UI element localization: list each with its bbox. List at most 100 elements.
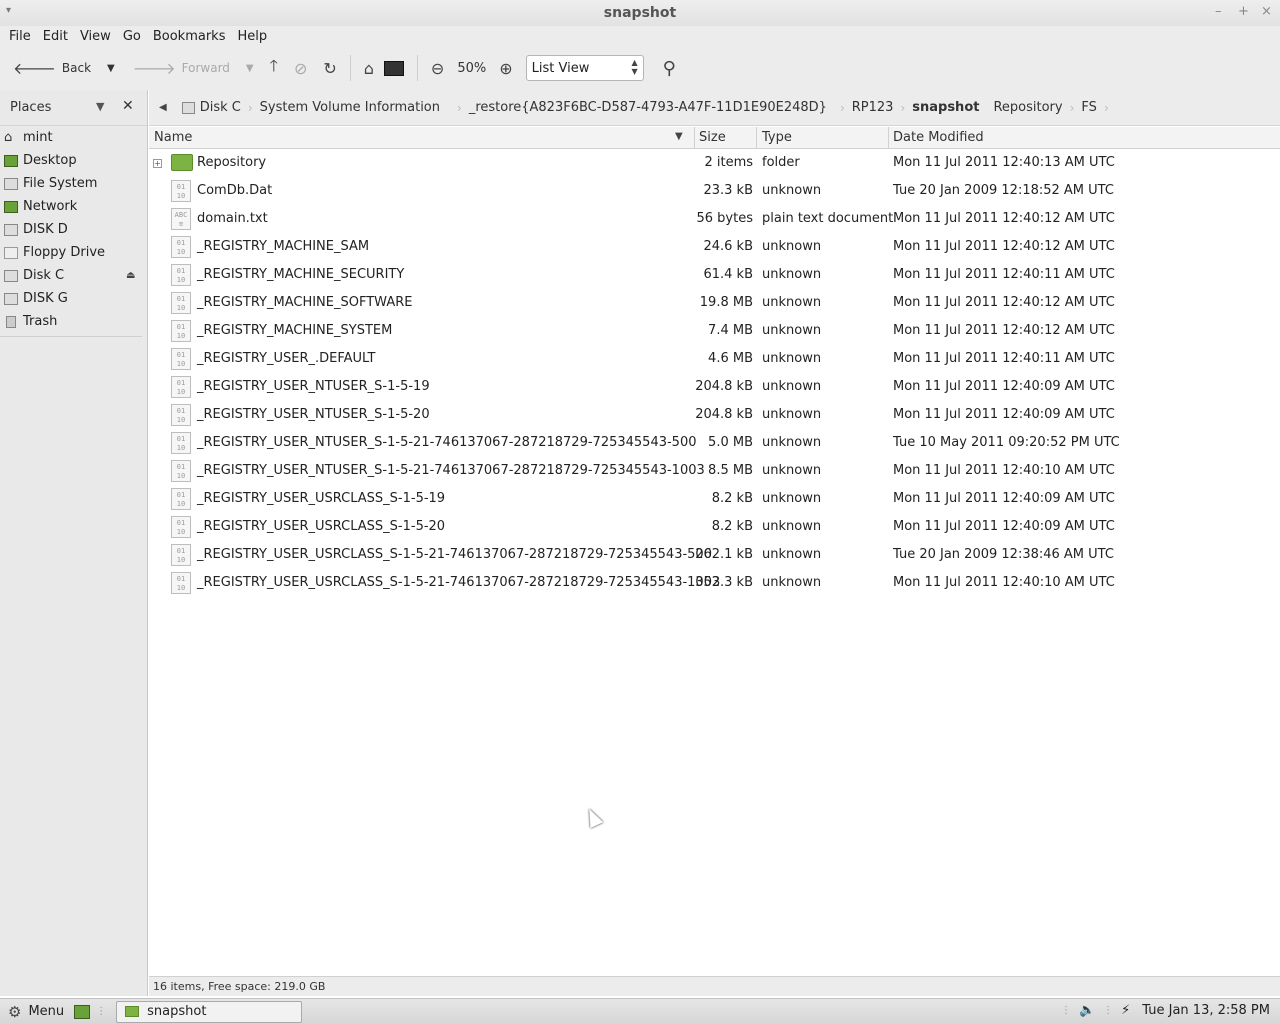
table-row[interactable]: 01 10 _REGISTRY_MACHINE_SOFTWARE 19.8 MB unk… — [149, 289, 1280, 317]
forward-label: Forward — [181, 61, 230, 75]
up-button[interactable]: 🡑 — [265, 53, 283, 83]
file-date-modified: Mon 11 Jul 2011 12:40:13 AM UTC — [893, 155, 1115, 170]
back-history-dropdown-icon[interactable]: ▼ — [107, 63, 115, 74]
table-row[interactable]: 01 10 _REGISTRY_MACHINE_SAM 24.6 kB unknown M… — [149, 233, 1280, 261]
breadcrumb-left-arrow-icon[interactable]: ◀ — [159, 102, 167, 113]
start-menu-button[interactable]: ⚙ Menu — [0, 1003, 64, 1021]
column-header-name[interactable]: Name — [154, 130, 192, 145]
window-menu-icon[interactable]: ▾ — [6, 5, 11, 16]
table-row[interactable]: 01 10 _REGISTRY_USER_USRCLASS_S-1-5-19 8.2 … — [149, 485, 1280, 513]
clock[interactable]: Tue Jan 13, 2:58 PM — [1142, 1003, 1270, 1018]
zoom-in-button[interactable]: ⊕ — [494, 53, 517, 83]
table-row[interactable]: 01 10 _REGISTRY_USER_USRCLASS_S-1-5-21-746… — [149, 569, 1280, 597]
stop-icon: ⊘ — [293, 58, 308, 78]
sidebar-item-mint[interactable]: ⌂ mint — [0, 126, 147, 149]
table-row[interactable]: + Repository 2 items folder Mon 11 Jul 2011 … — [149, 149, 1280, 177]
close-icon[interactable]: × — [1261, 4, 1272, 19]
places-sidebar: Places ▼ ✕ ⌂ mint Desktop File System Ne… — [0, 90, 148, 996]
sidebar-item-disk-g[interactable]: DISK G — [0, 287, 147, 310]
table-row[interactable]: 01 10 ComDb.Dat 23.3 kB unknown Tue 20 Jan 20… — [149, 177, 1280, 205]
table-row[interactable]: 01 10 _REGISTRY_USER_.DEFAULT 4.6 MB unknown… — [149, 345, 1280, 373]
file-size: 56 bytes — [696, 211, 754, 226]
breadcrumb-item-current[interactable]: snapshot — [907, 100, 984, 115]
column-separator[interactable] — [756, 127, 757, 149]
breadcrumb-item[interactable]: _restore{A823F6BC-D587-4793-A47F-11D1E90… — [464, 100, 832, 115]
breadcrumb-item[interactable]: System Volume Information — [255, 100, 445, 115]
breadcrumb-item[interactable]: FS — [1076, 100, 1102, 115]
menu-go[interactable]: Go — [118, 29, 146, 44]
file-date-modified: Tue 10 May 2011 09:20:52 PM UTC — [893, 435, 1120, 450]
breadcrumb-separator-icon: › — [1103, 100, 1109, 115]
reload-button[interactable]: ↻ — [318, 53, 341, 83]
file-list: Name ▼ Size Type Date Modified + Reposito… — [149, 127, 1280, 976]
taskbar-window-snapshot[interactable]: snapshot — [116, 1000, 303, 1023]
file-size: 262.1 kB — [695, 547, 753, 562]
forward-history-dropdown-icon[interactable]: ▼ — [246, 63, 254, 74]
window-title: snapshot — [603, 5, 677, 21]
breadcrumb-item[interactable]: Repository — [988, 100, 1067, 115]
minimize-icon[interactable]: – — [1215, 4, 1222, 19]
sidebar-item-desktop[interactable]: Desktop — [0, 149, 147, 172]
sidebar-title: Places — [10, 100, 52, 115]
table-row[interactable]: 01 10 _REGISTRY_USER_NTUSER_S-1-5-21-74613… — [149, 429, 1280, 457]
sidebar-item-trash[interactable]: Trash — [0, 310, 147, 333]
sidebar-item-disk-d[interactable]: DISK D — [0, 218, 147, 241]
column-header-date[interactable]: Date Modified — [893, 130, 984, 145]
file-type: unknown — [762, 407, 822, 422]
search-button[interactable]: ⚲ — [658, 53, 681, 83]
zoom-out-button[interactable]: ⊖ — [426, 53, 449, 83]
menu-file[interactable]: File — [4, 29, 36, 44]
toolbar: 🡐 Back ▼ 🡒 Forward ▼ 🡑 ⊘ ↻ ⌂ ⊖ 50% ⊕ Lis… — [0, 46, 1280, 90]
table-row[interactable]: 01 10 _REGISTRY_USER_NTUSER_S-1-5-21-74613… — [149, 457, 1280, 485]
sidebar-item-disk-c[interactable]: Disk C ⏏ — [0, 264, 147, 287]
menu-edit[interactable]: Edit — [38, 29, 73, 44]
breadcrumb-item[interactable]: RP123 — [847, 100, 899, 115]
table-row[interactable]: ABC ≡ domain.txt 56 bytes plain text documen… — [149, 205, 1280, 233]
network-status-icon[interactable]: ⚡ — [1121, 1003, 1130, 1018]
file-size: 19.8 MB — [699, 295, 753, 310]
table-row[interactable]: 01 10 _REGISTRY_MACHINE_SECURITY 61.4 kB unk… — [149, 261, 1280, 289]
column-separator[interactable] — [694, 127, 695, 149]
stop-button[interactable]: ⊘ — [289, 53, 312, 83]
table-row[interactable]: 01 10 _REGISTRY_USER_USRCLASS_S-1-5-21-746… — [149, 541, 1280, 569]
column-separator[interactable] — [888, 127, 889, 149]
sidebar-dropdown-icon[interactable]: ▼ — [96, 100, 104, 113]
sidebar-close-icon[interactable]: ✕ — [122, 98, 134, 114]
column-header-size[interactable]: Size — [699, 130, 726, 145]
file-type: unknown — [762, 519, 822, 534]
file-date-modified: Mon 11 Jul 2011 12:40:10 AM UTC — [893, 575, 1115, 590]
sidebar-item-file-system[interactable]: File System — [0, 172, 147, 195]
zoom-out-icon: ⊖ — [430, 58, 445, 78]
table-row[interactable]: 01 10 _REGISTRY_USER_NTUSER_S-1-5-19 204.8 … — [149, 373, 1280, 401]
computer-icon — [383, 60, 404, 76]
file-date-modified: Tue 20 Jan 2009 12:18:52 AM UTC — [893, 183, 1114, 198]
status-bar: 16 items, Free space: 219.0 GB — [149, 976, 1280, 996]
menu-view[interactable]: View — [75, 29, 116, 44]
menu-help[interactable]: Help — [232, 29, 272, 44]
back-button[interactable]: 🡐 Back ▼ — [8, 53, 120, 83]
view-mode-select[interactable]: List View ▲ ▼ — [525, 55, 644, 81]
volume-icon[interactable]: 🔈 — [1079, 1003, 1095, 1018]
maximize-icon[interactable]: + — [1238, 4, 1249, 19]
file-type: unknown — [762, 463, 822, 478]
file-date-modified: Mon 11 Jul 2011 12:40:11 AM UTC — [893, 267, 1115, 282]
file-type: unknown — [762, 547, 822, 562]
breadcrumb-item[interactable]: Disk C — [177, 100, 246, 115]
eject-icon[interactable]: ⏏ — [126, 270, 135, 281]
sidebar-item-label: Trash — [23, 314, 58, 329]
file-date-modified: Mon 11 Jul 2011 12:40:12 AM UTC — [893, 239, 1115, 254]
table-row[interactable]: 01 10 _REGISTRY_USER_USRCLASS_S-1-5-20 8.2 … — [149, 513, 1280, 541]
menu-bookmarks[interactable]: Bookmarks — [148, 29, 231, 44]
forward-button[interactable]: 🡒 Forward ▼ — [128, 53, 259, 83]
column-header-type[interactable]: Type — [762, 130, 792, 145]
computer-button[interactable] — [379, 53, 409, 83]
table-row[interactable]: 01 10 _REGISTRY_USER_NTUSER_S-1-5-20 204.8 … — [149, 401, 1280, 429]
home-icon: ⌂ — [363, 58, 374, 78]
breadcrumb-separator-icon: › — [247, 100, 253, 115]
table-row[interactable]: 01 10 _REGISTRY_MACHINE_SYSTEM 7.4 MB unknow… — [149, 317, 1280, 345]
show-desktop-icon[interactable] — [74, 1004, 91, 1019]
sidebar-item-network[interactable]: Network — [0, 195, 147, 218]
sidebar-item-floppy-drive[interactable]: Floppy Drive — [0, 241, 147, 264]
home-button[interactable]: ⌂ — [359, 53, 379, 83]
file-size: 8.2 kB — [711, 491, 753, 506]
